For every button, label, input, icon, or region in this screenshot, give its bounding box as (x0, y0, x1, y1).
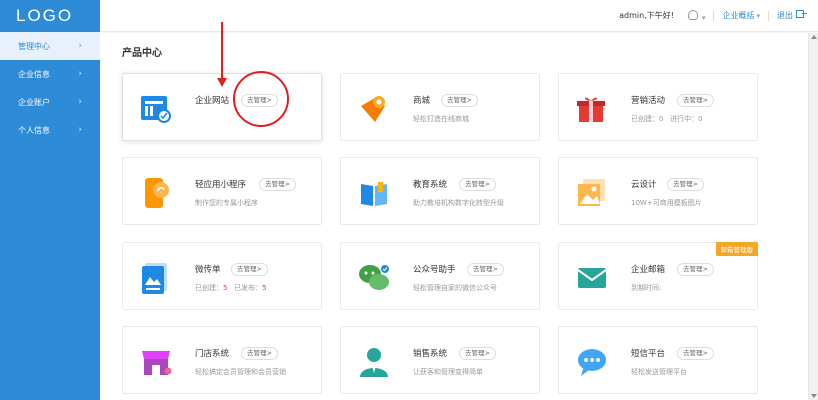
product-name: 门店系统 (195, 349, 230, 359)
product-name: 短信平台 (631, 349, 666, 359)
chevron-down-icon: ▾ (701, 13, 706, 22)
product-desc: 制作您的专属小程序 (195, 199, 258, 207)
mini-program-icon (145, 178, 169, 208)
chevron-right-icon: › (78, 125, 82, 135)
sidebar-item-management-center[interactable]: 管理中心 › (0, 32, 100, 60)
product-name: 企业邮箱 (631, 265, 666, 275)
product-desc: 10W+可商用模板图片 (631, 199, 702, 207)
created-count: 已创建：0 (631, 115, 664, 123)
published-label: 已发布： (234, 284, 263, 292)
product-desc: 轻松打造在线商城 (413, 115, 469, 123)
wechat-icon (359, 265, 389, 290)
manage-button[interactable]: 去管理> (459, 178, 496, 191)
product-name: 教育系统 (413, 180, 448, 190)
annotation-arrow-line (221, 22, 223, 80)
manage-button[interactable]: 去管理> (677, 94, 714, 107)
logo: LOGO (16, 6, 74, 25)
ongoing-count: 进行中：0 (670, 115, 703, 123)
product-card-cloud-design[interactable]: 云设计 去管理> 10W+可商用模板图片 (558, 157, 758, 225)
product-desc: 已创建：5 已发布：5 (195, 283, 267, 293)
manage-button[interactable]: 去管理> (231, 263, 268, 276)
manage-button[interactable]: 去管理> (241, 347, 278, 360)
logout-label: 退出 (777, 11, 793, 20)
sidebar-item-label: 管理中心 (18, 41, 50, 51)
annotation-circle (233, 71, 289, 127)
product-card-enterprise-mail[interactable]: 企业邮箱 去管理> 到期时间: 邮箱管理版 (558, 242, 758, 310)
manage-button[interactable]: 去管理> (259, 178, 296, 191)
sidebar-item-company-info[interactable]: 企业信息 › (0, 60, 100, 88)
product-name: 轻应用小程序 (195, 180, 247, 190)
manage-button[interactable]: 去管理> (441, 94, 478, 107)
product-name: 微传单 (195, 265, 221, 275)
headset-icon (687, 9, 698, 20)
scroll-up-icon[interactable] (811, 35, 817, 39)
product-card-miniprogram[interactable]: 轻应用小程序 去管理> 制作您的专属小程序 (122, 157, 322, 225)
overview-label: 企业概括 (722, 11, 755, 20)
mail-icon (577, 268, 607, 288)
sidebar: LOGO 管理中心 › 企业信息 › 企业账户 › 个人信息 › (0, 0, 100, 400)
overview-menu[interactable]: 企业概括 ▾ (722, 10, 760, 21)
chevron-down-icon: ▾ (756, 12, 760, 20)
website-icon (141, 96, 171, 123)
product-desc: 轻松管理自家的微信公众号 (413, 284, 497, 292)
product-name: 商城 (413, 96, 431, 106)
product-card-mall[interactable]: 商城 去管理> 轻松打造在线商城 (340, 73, 540, 141)
product-card-sms-platform[interactable]: 短信平台 去管理> 轻松发送管理平台 (558, 326, 758, 394)
salesperson-icon (360, 348, 388, 377)
product-card-store-system[interactable]: 门店系统 去管理> 轻松搞定会员管理和会员营销 (122, 326, 322, 394)
divider (768, 10, 769, 21)
product-desc: 让获客和管理变得简单 (413, 368, 483, 376)
top-header: admin,下午好! ▾ 企业概括 ▾ 退出 (100, 0, 818, 32)
divider (713, 10, 715, 21)
product-name: 云设计 (631, 180, 657, 190)
gift-icon (577, 97, 605, 122)
image-design-icon (578, 179, 605, 206)
created-label: 已创建： (195, 284, 223, 292)
manage-button[interactable]: 去管理> (667, 178, 704, 191)
sidebar-item-label: 个人信息 (18, 125, 50, 135)
product-desc: 轻松发送管理平台 (631, 368, 687, 376)
product-name: 营销活动 (631, 96, 666, 106)
greeting-text: admin,下午好! (619, 11, 674, 20)
published-count: 5 (262, 284, 267, 292)
product-desc: 轻松搞定会员管理和会员营销 (195, 368, 286, 376)
book-icon (361, 182, 387, 206)
created-count: 5 (223, 284, 228, 292)
logout-link[interactable]: 退出 (777, 10, 807, 21)
logout-icon (796, 10, 807, 18)
product-card-education[interactable]: 教育系统 去管理> 助力教培机构数字化转型升级 (340, 157, 540, 225)
sidebar-item-label: 企业信息 (18, 69, 50, 79)
shopping-bag-icon (361, 96, 385, 122)
product-card-sales-system[interactable]: 销售系统 去管理> 让获客和管理变得简单 (340, 326, 540, 394)
sidebar-item-company-account[interactable]: 企业账户 › (0, 88, 100, 116)
product-desc: 助力教培机构数字化转型升级 (413, 199, 504, 207)
store-icon (142, 351, 172, 375)
annotation-arrow-head (217, 78, 227, 87)
chevron-right-icon: › (78, 69, 82, 79)
manage-button[interactable]: 去管理> (677, 347, 714, 360)
manage-button[interactable]: 去管理> (459, 347, 496, 360)
manage-button[interactable]: 去管理> (677, 263, 714, 276)
sidebar-item-personal-info[interactable]: 个人信息 › (0, 116, 100, 144)
chevron-right-icon: › (78, 41, 82, 51)
page-title: 产品中心 (122, 48, 162, 59)
chat-bubble-icon (578, 349, 606, 376)
product-card-flyer[interactable]: 微传单 去管理> 已创建：5 已发布：5 (122, 242, 322, 310)
flyer-icon (142, 263, 167, 294)
product-card-marketing[interactable]: 营销活动 去管理> 已创建：0 进行中：0 (558, 73, 758, 141)
scroll-down-icon[interactable] (811, 394, 817, 398)
sidebar-item-label: 企业账户 (18, 97, 50, 107)
product-name: 企业网站 (195, 96, 230, 106)
support-menu[interactable]: ▾ (687, 9, 706, 22)
manage-button[interactable]: 去管理> (467, 263, 504, 276)
main-content: 产品中心 企业网站 去管理> 商城 去管理> 轻松打造在线商城 营销活动 去管理… (100, 33, 808, 400)
product-card-wechat-assistant[interactable]: 公众号助手 去管理> 轻松管理自家的微信公众号 (340, 242, 540, 310)
product-name: 销售系统 (413, 349, 448, 359)
scrollbar[interactable] (808, 33, 818, 400)
product-desc: 已创建：0 进行中：0 (631, 114, 703, 124)
chevron-right-icon: › (78, 97, 82, 107)
product-desc: 到期时间: (631, 284, 662, 292)
product-name: 公众号助手 (413, 265, 456, 275)
version-tag: 邮箱管理版 (715, 242, 758, 256)
